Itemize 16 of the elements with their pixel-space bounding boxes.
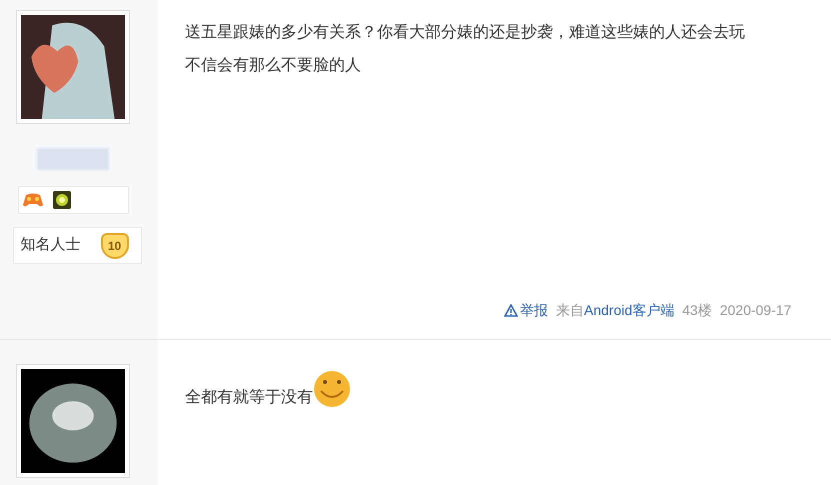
avatar-placeholder[interactable]	[16, 10, 130, 124]
gamepad-icon	[22, 192, 42, 208]
post-text: 送五星跟婊的多少有关系？你看大部分婊的还是抄袭，难道这些婊的人还会去玩	[185, 22, 746, 43]
warning-icon	[504, 304, 518, 317]
floor-number: 43楼	[682, 301, 712, 320]
post-text: 全都有就等于没有	[185, 388, 313, 408]
blurred-username	[37, 148, 109, 170]
member-title: 知名人士	[20, 235, 80, 256]
client-link[interactable]: Android客户端	[584, 300, 674, 321]
source-label: 来自	[556, 301, 584, 320]
level-badge: 10	[100, 232, 128, 258]
report-link[interactable]: 举报	[504, 300, 548, 321]
post-text: 不信会有那么不要脸的人	[185, 56, 362, 76]
sun-badge-icon	[52, 191, 70, 209]
post-date: 2020-09-17	[720, 301, 792, 320]
avatar-placeholder[interactable]	[16, 364, 130, 478]
